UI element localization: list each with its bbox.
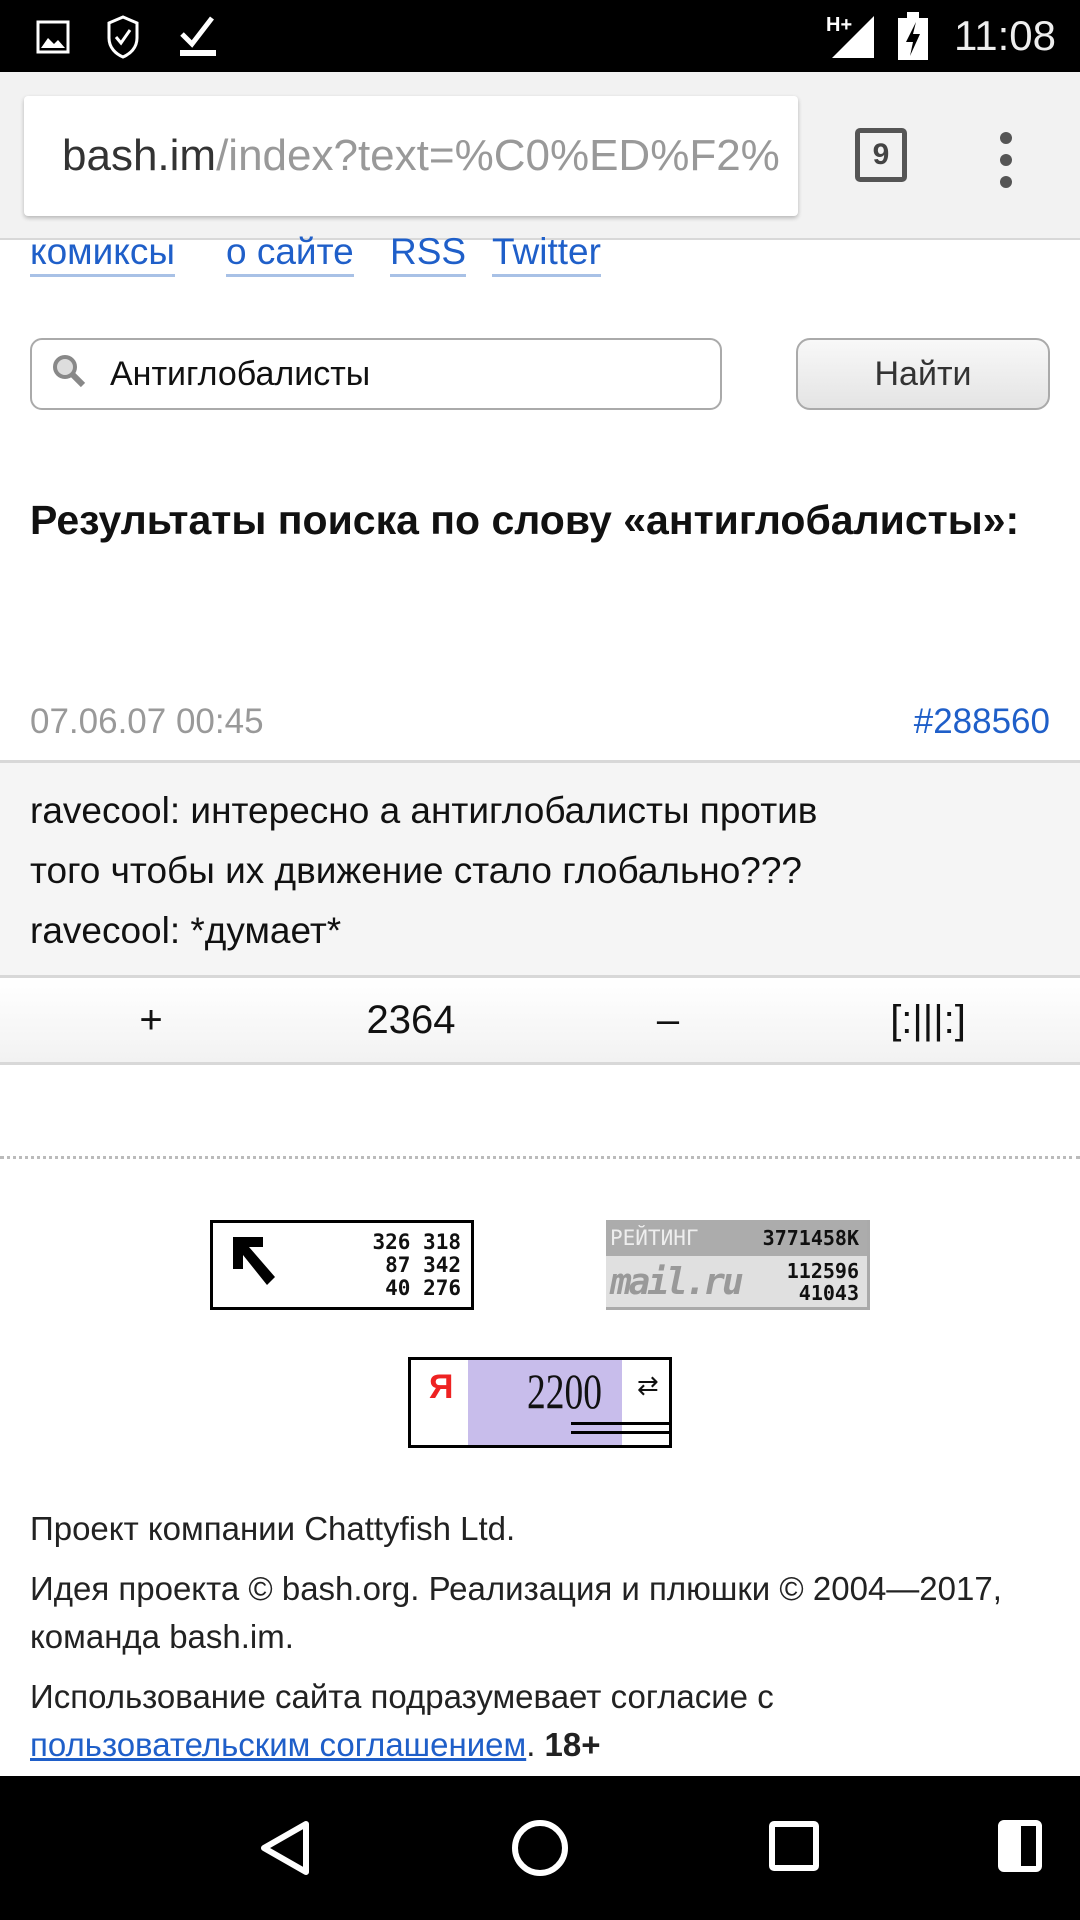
yandex-logo: Я — [429, 1368, 454, 1406]
quote-line: того чтобы их движение стало глобально??… — [30, 850, 803, 891]
bayan-button[interactable]: [:|||:] — [890, 998, 966, 1043]
quote-text: ravecool: интересно а антиглобалисты про… — [0, 760, 1080, 978]
footer-text: Использование сайта подразумевает соглас… — [30, 1678, 774, 1715]
vote-plus-button[interactable]: + — [139, 998, 162, 1043]
yandex-counter[interactable]: Я 2200 ⇄ — [408, 1357, 672, 1448]
nav-rss[interactable]: RSS — [390, 232, 467, 277]
back-icon[interactable] — [258, 1820, 312, 1876]
image-icon — [36, 20, 70, 54]
quote-id-link[interactable]: #288560 — [914, 702, 1050, 742]
signal-icon — [832, 16, 874, 58]
footer-company: Проект компании Chattyfish Ltd. — [30, 1510, 516, 1547]
refresh-icon: ⇄ — [637, 1370, 659, 1400]
counter-value: 112596 — [786, 1259, 859, 1283]
tab-switcher-button[interactable]: 9 — [855, 128, 907, 182]
nav-twitter[interactable]: Twitter — [492, 232, 601, 277]
page-title: Результаты поиска по слову «антиглобалис… — [30, 497, 1020, 543]
battery-charging-icon — [898, 12, 928, 60]
vote-bar: + 2364 – [:|||:] — [0, 978, 1080, 1065]
footer-agreement: Использование сайта подразумевает соглас… — [30, 1673, 1050, 1769]
nav-about[interactable]: о сайте — [226, 232, 354, 277]
user-agreement-link[interactable]: пользовательским соглашением — [30, 1726, 526, 1763]
quote-date: 07.06.07 00:45 — [30, 702, 264, 741]
status-bar: H+ 11:08 — [0, 0, 1080, 72]
counter-value: 326 318 — [372, 1230, 461, 1254]
nav-comics[interactable]: комиксы — [30, 232, 175, 277]
quote-rating: 2364 — [366, 998, 456, 1042]
counter-value: 40 276 — [385, 1276, 461, 1300]
search-input[interactable]: Антиглобалисты — [30, 338, 722, 410]
liveinternet-counter[interactable]: 326 318 87 342 40 276 — [210, 1220, 474, 1310]
footer: Проект компании Chattyfish Ltd. Идея про… — [30, 1505, 1050, 1781]
counter-label: РЕЙТИНГ — [610, 1226, 699, 1250]
footer-text: . — [526, 1726, 545, 1763]
browser-toolbar: bash.im/index?text=%C0%ED%F2% 9 — [0, 72, 1080, 240]
divider — [0, 1156, 1080, 1159]
counter-value: 87 342 — [385, 1253, 461, 1277]
search-value: Антиглобалисты — [110, 355, 371, 393]
counter-value: 2200 — [527, 1363, 602, 1419]
search-button[interactable]: Найти — [796, 338, 1050, 410]
recents-icon[interactable] — [768, 1820, 820, 1872]
url-host: bash.im — [62, 131, 217, 180]
overflow-menu-icon[interactable] — [1000, 132, 1012, 198]
url-bar[interactable]: bash.im/index?text=%C0%ED%F2% — [24, 96, 798, 216]
counter-value: 3771458K — [762, 1226, 859, 1250]
quote-line: ravecool: интересно а антиглобалисты про… — [30, 790, 818, 831]
arrow-up-left-icon — [233, 1237, 275, 1285]
clock: 11:08 — [954, 12, 1056, 59]
shield-check-icon — [107, 15, 139, 59]
android-nav-bar — [0, 1776, 1080, 1920]
mailru-counter[interactable]: РЕЙТИНГ 3771458K mail.ru 112596 41043 — [606, 1220, 870, 1310]
counter-value: 41043 — [798, 1281, 859, 1305]
url-path: /index?text=%C0%ED%F2% — [216, 131, 780, 180]
vote-minus-button[interactable]: – — [657, 998, 679, 1043]
mailru-logo: mail.ru — [610, 1262, 744, 1303]
footer-copyright: Идея проекта © bash.org. Реализация и пл… — [30, 1570, 1002, 1655]
download-done-icon — [180, 16, 216, 56]
quote-line: ravecool: *думает* — [30, 910, 342, 951]
home-icon[interactable] — [510, 1818, 570, 1878]
search-icon — [53, 355, 86, 388]
tab-switch-icon[interactable] — [998, 1820, 1042, 1872]
age-rating: 18+ — [544, 1726, 601, 1763]
